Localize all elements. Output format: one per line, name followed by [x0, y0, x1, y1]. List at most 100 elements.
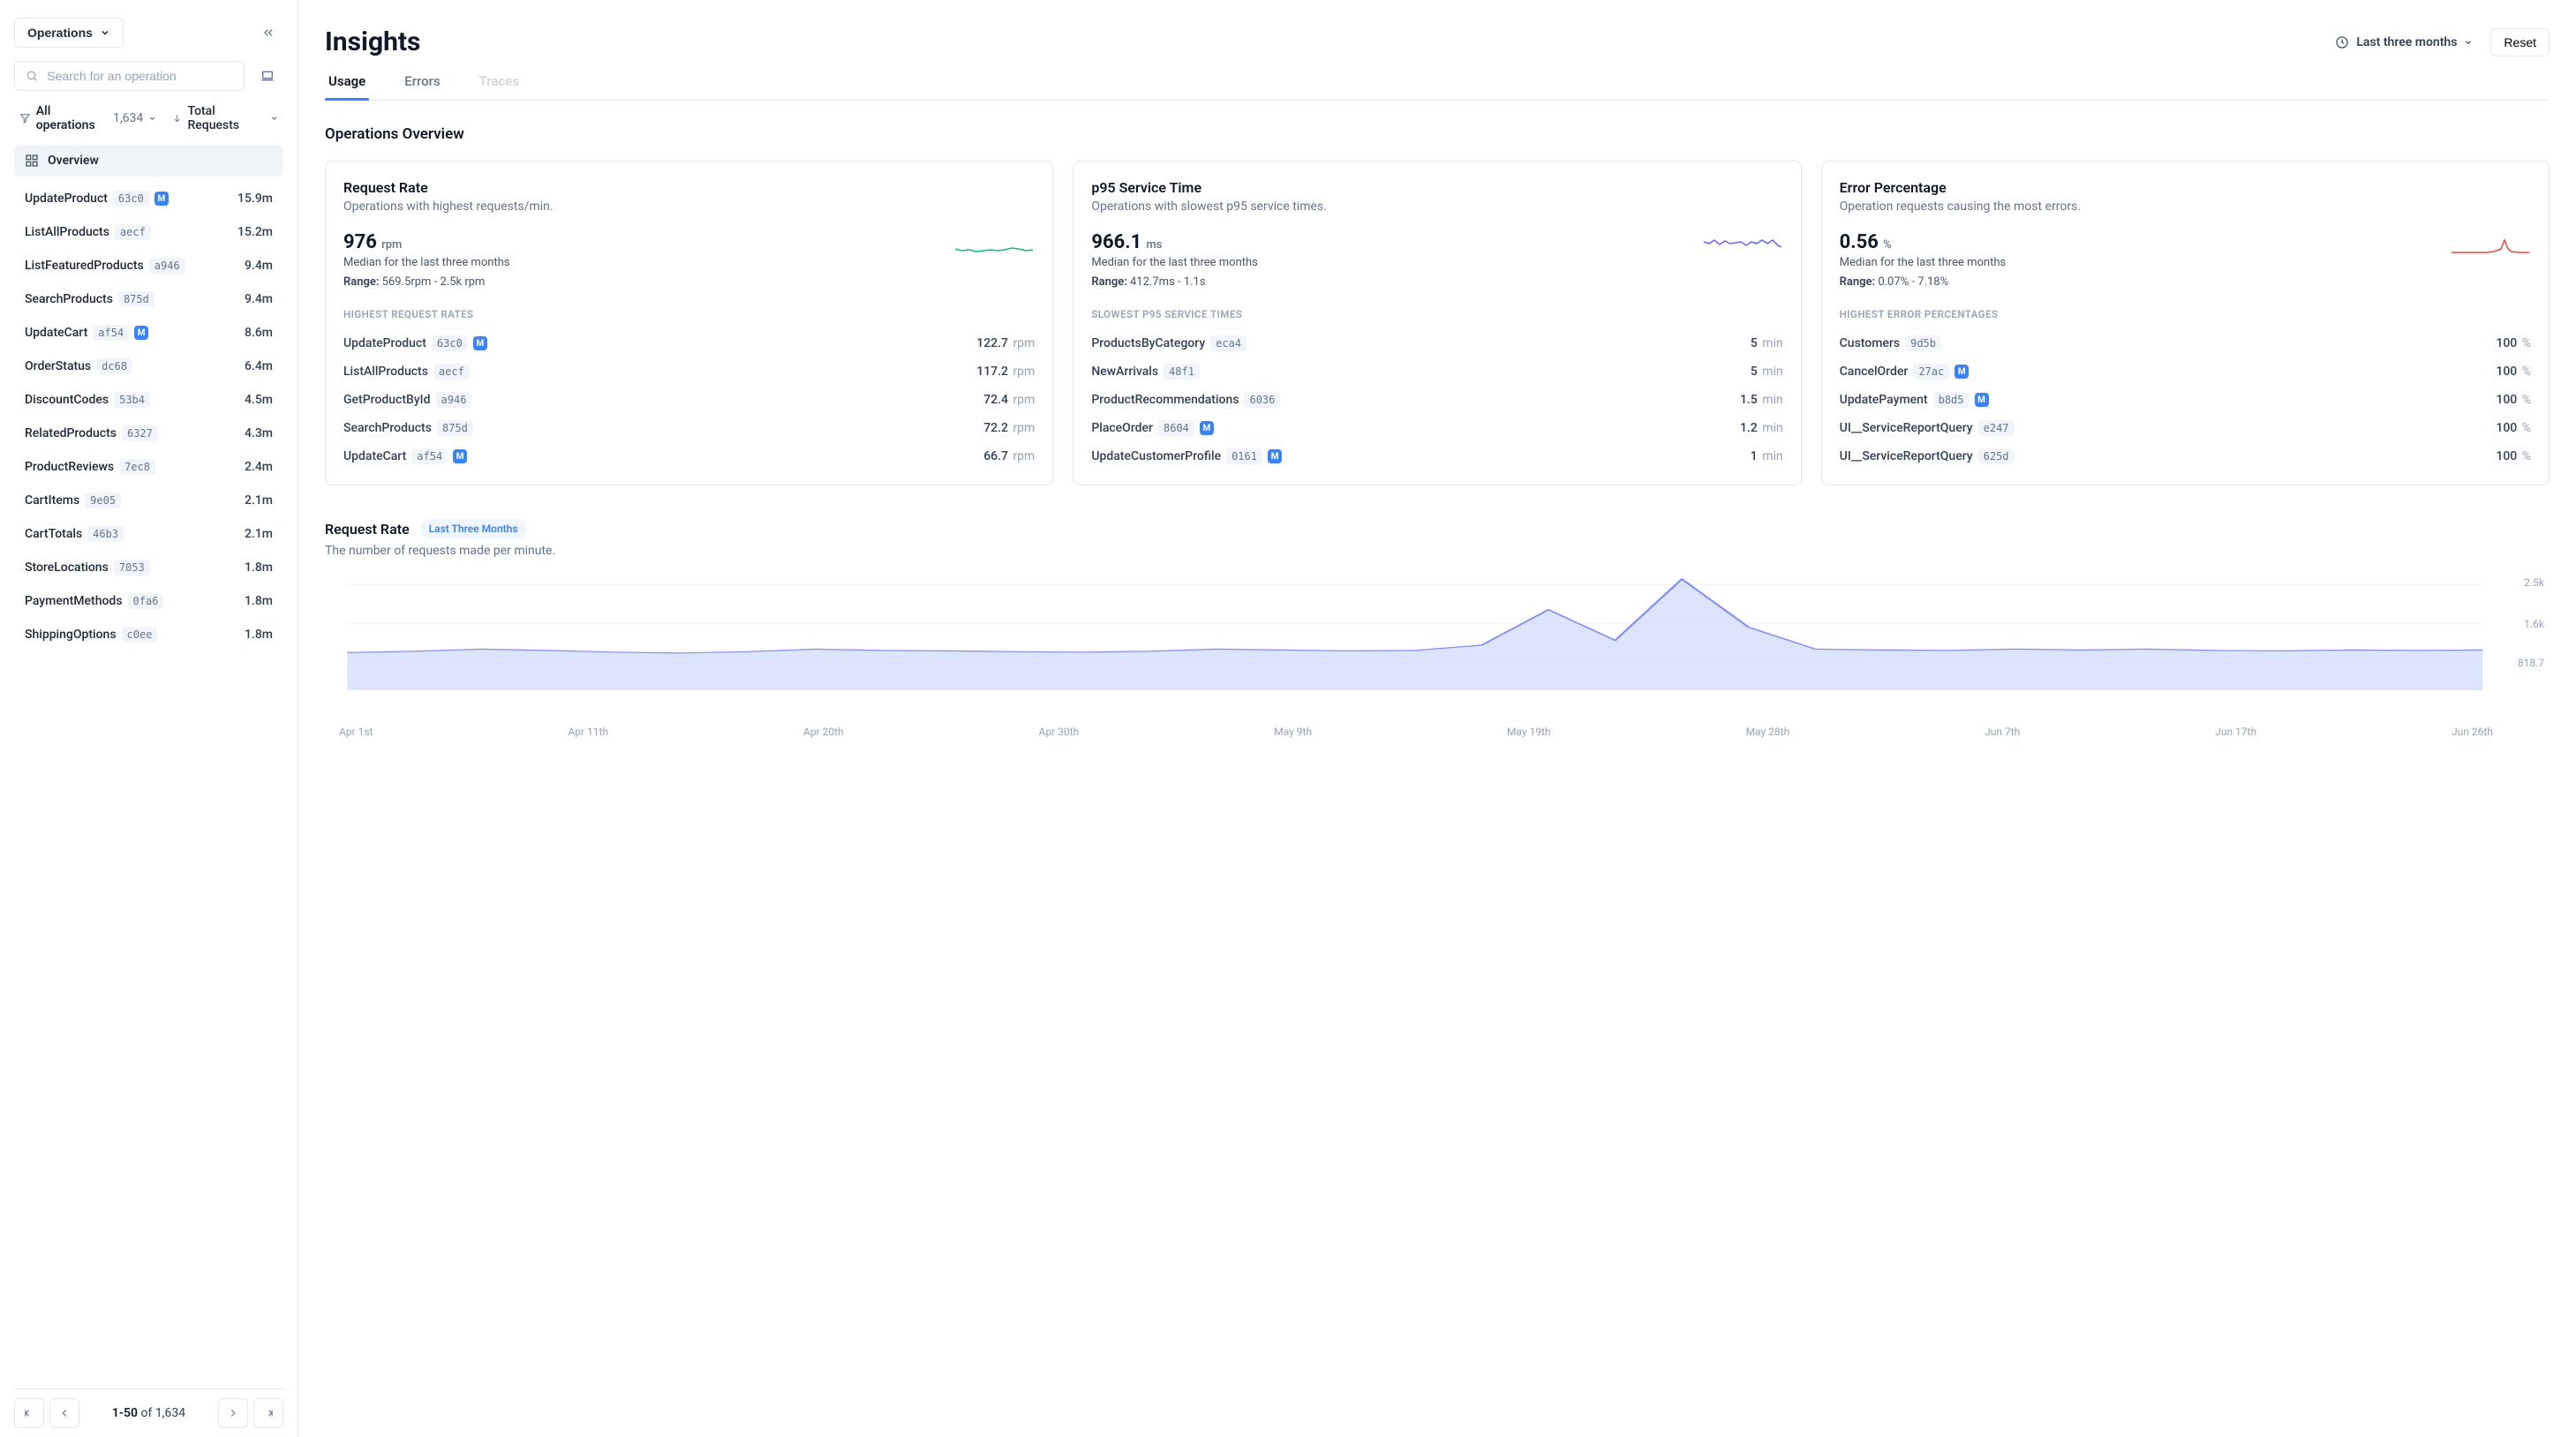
search-row: [14, 60, 283, 92]
pager-last[interactable]: [253, 1398, 283, 1428]
operations-list[interactable]: UpdateProduct 63c0 M 15.9m ListAllProduc…: [14, 182, 283, 1388]
operation-count: 15.2m: [237, 225, 273, 239]
header-actions: Last three months Reset: [2326, 28, 2550, 56]
filter-row: All operations 1,634 Total Requests: [14, 104, 283, 132]
operation-item[interactable]: OrderStatus dc68 6.4m: [14, 350, 283, 383]
operation-item[interactable]: CartItems 9e05 2.1m: [14, 484, 283, 517]
operation-name: UpdateCart: [25, 326, 87, 340]
card-row[interactable]: UI__ServiceReportQuery e247 100 %: [1840, 414, 2531, 442]
operation-item[interactable]: UpdateCart af54 M 8.6m: [14, 316, 283, 350]
row-hash: 6036: [1244, 392, 1280, 408]
search-input[interactable]: [47, 69, 233, 83]
operation-hash: 7053: [114, 560, 150, 576]
row-name: NewArrivals: [1091, 365, 1158, 379]
overview-label: Overview: [48, 154, 99, 168]
chevron-down-icon: [2464, 38, 2473, 47]
tab-usage[interactable]: Usage: [325, 73, 369, 100]
operation-count: 1.8m: [245, 594, 273, 608]
card-row[interactable]: ProductRecommendations 6036 1.5 min: [1091, 386, 1782, 414]
first-page-icon: [23, 1407, 35, 1419]
operation-item[interactable]: RelatedProducts 6327 4.3m: [14, 417, 283, 450]
operation-item[interactable]: ProductReviews 7ec8 2.4m: [14, 450, 283, 484]
row-hash: e247: [1978, 420, 2015, 436]
operation-count: 4.3m: [245, 426, 273, 440]
chevron-down-icon: [100, 27, 110, 38]
operation-item[interactable]: StoreLocations 7053 1.8m: [14, 551, 283, 584]
pager-next[interactable]: [218, 1398, 248, 1428]
all-operations-count: 1,634: [113, 111, 143, 125]
y-tick: 1.6k: [2524, 618, 2544, 630]
operations-dropdown[interactable]: Operations: [14, 18, 124, 48]
operation-name: ShippingOptions: [25, 628, 117, 642]
tab-errors[interactable]: Errors: [401, 73, 443, 100]
operation-count: 9.4m: [245, 292, 273, 306]
row-hash: b8d5: [1933, 392, 1970, 408]
page-title: Insights: [325, 26, 420, 57]
card-row[interactable]: ProductsByCategory eca4 5 min: [1091, 329, 1782, 357]
collapse-icon: [261, 26, 275, 40]
request-rate-title: Request Rate: [325, 521, 410, 538]
x-tick: Jun 17th: [2215, 726, 2256, 738]
device-preview-button[interactable]: [252, 60, 283, 92]
operation-item[interactable]: ShippingOptions c0ee 1.8m: [14, 618, 283, 651]
row-hash: af54: [411, 448, 448, 464]
card-row[interactable]: Customers 9d5b 100 %: [1840, 329, 2531, 357]
operation-item[interactable]: UpdateProduct 63c0 M 15.9m: [14, 182, 283, 215]
card-row[interactable]: UpdatePayment b8d5 M 100 %: [1840, 386, 2531, 414]
operation-item[interactable]: CartTotals 46b3 2.1m: [14, 517, 283, 551]
card-row[interactable]: UpdateCustomerProfile 0161 M 1 min: [1091, 442, 1782, 470]
card-row[interactable]: GetProductById a946 72.4 rpm: [343, 386, 1035, 414]
row-name: UpdateProduct: [343, 336, 426, 350]
card-row[interactable]: NewArrivals 48f1 5 min: [1091, 357, 1782, 386]
mutation-badge: M: [453, 449, 467, 463]
search-box[interactable]: [14, 61, 245, 91]
all-operations-filter[interactable]: All operations 1,634: [19, 104, 156, 132]
operation-hash: af54: [93, 325, 129, 341]
all-operations-label: All operations: [36, 104, 106, 132]
row-value: 72.4 rpm: [983, 393, 1035, 407]
card-range: Range: 569.5rpm - 2.5k rpm: [343, 273, 510, 292]
card-row[interactable]: UpdateCart af54 M 66.7 rpm: [343, 442, 1035, 470]
row-hash: 0161: [1226, 448, 1262, 464]
card-row[interactable]: PlaceOrder 8604 M 1.2 min: [1091, 414, 1782, 442]
chevron-down-icon: [270, 114, 278, 123]
operation-item[interactable]: ListFeaturedProducts a946 9.4m: [14, 249, 283, 282]
chevron-down-icon: [148, 114, 156, 123]
filter-icon: [19, 112, 31, 124]
operation-item[interactable]: ListAllProducts aecf 15.2m: [14, 215, 283, 249]
card-median: Median for the last three months: [1091, 253, 1258, 273]
clock-icon: [2335, 35, 2349, 49]
card-value: 0.56: [1840, 231, 1879, 253]
row-value: 1.5 min: [1740, 393, 1783, 407]
operation-item[interactable]: DiscountCodes 53b4 4.5m: [14, 383, 283, 417]
operation-name: ListAllProducts: [25, 225, 109, 239]
card-row[interactable]: ListAllProducts aecf 117.2 rpm: [343, 357, 1035, 386]
pager-label: 1-50 of 1,634: [85, 1406, 213, 1420]
row-hash: 9d5b: [1905, 335, 1941, 351]
operation-count: 9.4m: [245, 259, 273, 273]
operation-count: 2.1m: [245, 493, 273, 508]
sidebar-item-overview[interactable]: Overview: [14, 145, 283, 177]
request-rate-header: Request Rate Last Three Months: [325, 519, 2550, 538]
operation-name: ListFeaturedProducts: [25, 259, 144, 273]
time-range-picker[interactable]: Last three months: [2326, 30, 2482, 55]
operation-name: StoreLocations: [25, 561, 109, 575]
card-row[interactable]: CancelOrder 27ac M 100 %: [1840, 357, 2531, 386]
x-tick: May 19th: [1507, 726, 1551, 738]
operation-item[interactable]: SearchProducts 875d 9.4m: [14, 282, 283, 316]
card-row[interactable]: SearchProducts 875d 72.2 rpm: [343, 414, 1035, 442]
sort-dropdown[interactable]: Total Requests: [172, 104, 278, 132]
pager-first[interactable]: [14, 1398, 44, 1428]
row-value: 72.2 rpm: [983, 421, 1035, 435]
card-row[interactable]: UpdateProduct 63c0 M 122.7 rpm: [343, 329, 1035, 357]
operation-item[interactable]: PaymentMethods 0fa6 1.8m: [14, 584, 283, 618]
tabs: UsageErrorsTraces: [325, 73, 2550, 101]
pager-prev[interactable]: [49, 1398, 79, 1428]
collapse-sidebar-button[interactable]: [253, 18, 283, 48]
row-hash: aecf: [433, 364, 470, 380]
card-row[interactable]: UI__ServiceReportQuery 625d 100 %: [1840, 442, 2531, 470]
request-rate-chart[interactable]: 2.5k 1.6k 818.7: [325, 576, 2550, 690]
sidebar-top: Operations: [14, 18, 283, 48]
reset-button[interactable]: Reset: [2490, 28, 2550, 56]
row-value: 5 min: [1751, 365, 1783, 379]
